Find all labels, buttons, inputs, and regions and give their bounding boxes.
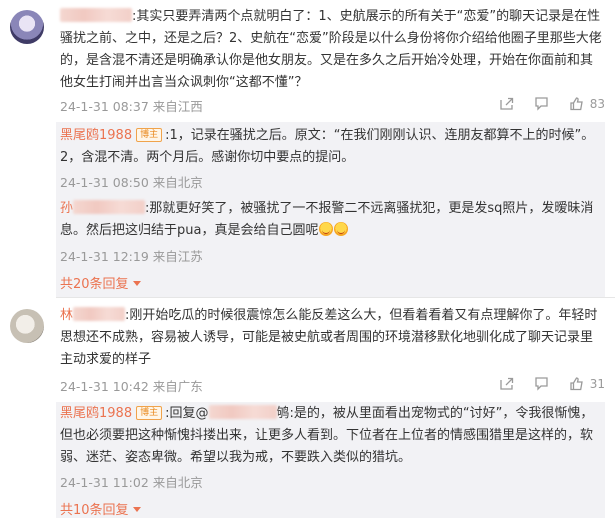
like-count: 83 [589, 96, 605, 111]
more-replies-link[interactable]: 共10条回复 [60, 499, 141, 518]
reply-item: 黑尾鸥1988 博主:1，记录在骚扰之后。原文：“在我们刚刚认识、连朋友都算不上的… [60, 125, 600, 169]
share-icon[interactable] [499, 376, 514, 391]
comment-text: 林:刚开始吃瓜的时候很震惊怎么能反差这么大，但看着看着又有点理解你了。年轻时思想… [60, 305, 605, 371]
author-badge: 博主 [136, 406, 163, 420]
comment-username[interactable]: 林 [60, 308, 73, 323]
reply-prefix: :回复@ [165, 406, 209, 421]
avatar[interactable] [10, 10, 44, 44]
comment-icon[interactable] [534, 376, 549, 391]
comment-body: :其实只要弄清两个点就明白了：1、史航展示的所有关于“恋爱”的聊天记录是在性骚扰… [60, 9, 602, 90]
reply-item: 黑尾鸥1988 博主:回复@ 鸲:是的，被从里面看出宠物式的“讨好”，令我很惭愧，但… [60, 403, 600, 469]
like-button[interactable]: 83 [569, 96, 605, 111]
avatar[interactable] [10, 309, 44, 343]
blurred-username[interactable] [60, 8, 132, 22]
blurred-username[interactable] [73, 307, 126, 321]
comment-icon[interactable] [534, 96, 549, 111]
comment-actions: 83 [499, 96, 605, 111]
blurred-username[interactable] [73, 200, 146, 214]
like-button[interactable]: 31 [569, 376, 605, 391]
emoji-icon [319, 222, 334, 236]
reply-username[interactable]: 黑尾鸥1988 [60, 128, 132, 143]
like-icon [570, 377, 583, 391]
reply-box: 黑尾鸥1988 博主:回复@ 鸲:是的，被从里面看出宠物式的“讨好”，令我很惭愧，但… [56, 402, 605, 518]
chevron-down-icon [132, 507, 141, 512]
blurred-username[interactable] [208, 405, 277, 419]
reply-item: 孙:那就更好笑了，被骚扰了一不报警二不远离骚扰犯，更是发sq照片，发暧昧消息。然… [60, 198, 600, 242]
reply-meta: 24-1-31 08:50 来自北京 [60, 175, 203, 190]
comment-meta: 24-1-31 10:42 来自广东 [60, 379, 203, 394]
emoji-icon [334, 222, 349, 236]
like-count: 31 [589, 376, 605, 391]
reply-box: 黑尾鸥1988 博主:1，记录在骚扰之后。原文：“在我们刚刚认识、连朋友都算不上的… [56, 122, 605, 298]
comment-meta: 24-1-31 08:37 来自江西 [60, 99, 203, 114]
comment-body: :刚开始吃瓜的时候很震惊怎么能反差这么大，但看着看着又有点理解你了。年轻时思想还… [60, 308, 598, 367]
reply-meta: 24-1-31 11:02 来自北京 [60, 475, 203, 490]
divider [56, 297, 615, 298]
share-icon[interactable] [499, 96, 514, 111]
comment-actions: 31 [499, 376, 605, 391]
like-icon [570, 97, 583, 111]
more-replies-link[interactable]: 共20条回复 [60, 273, 141, 292]
author-badge: 博主 [136, 128, 163, 142]
reply-username[interactable]: 孙 [60, 201, 73, 216]
comment-text: :其实只要弄清两个点就明白了：1、史航展示的所有关于“恋爱”的聊天记录是在性骚扰… [60, 6, 605, 90]
reply-username[interactable]: 黑尾鸥1988 [60, 406, 132, 421]
reply-meta: 24-1-31 12:19 来自江苏 [60, 249, 203, 264]
chevron-down-icon [132, 281, 141, 286]
